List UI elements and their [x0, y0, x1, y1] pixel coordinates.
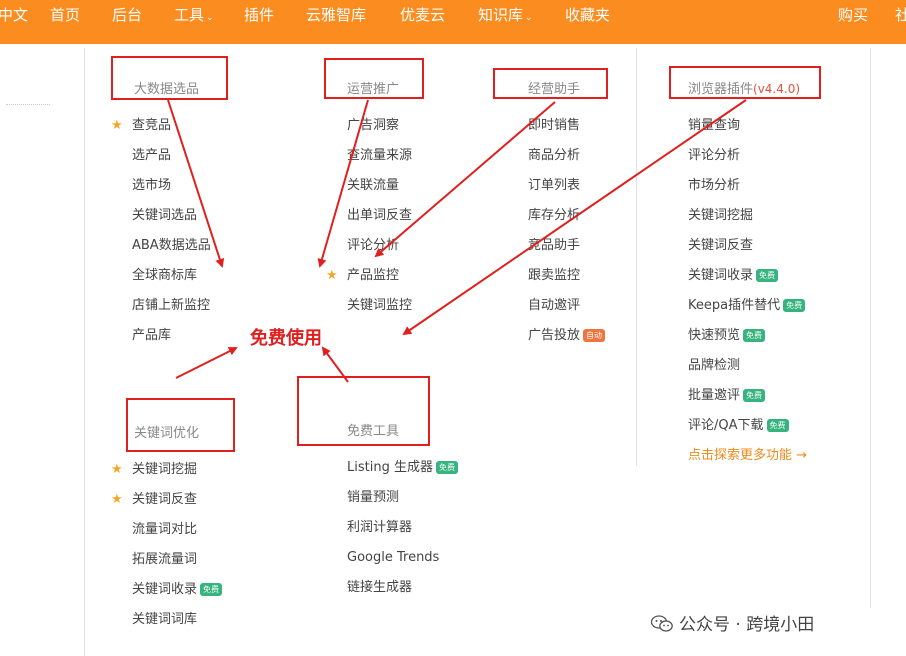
- annotation-arrow: [167, 99, 225, 268]
- annotation-arrow: [402, 99, 747, 336]
- annotation-arrow: [321, 346, 349, 383]
- annotation-arrow: [374, 101, 556, 258]
- wechat-icon: [651, 615, 673, 632]
- annotation-free-use: 免费使用: [250, 328, 322, 349]
- annotation-arrows: [167, 99, 747, 383]
- watermark: 公众号 · 跨境小田: [651, 610, 814, 635]
- annotation-arrow: [175, 347, 238, 379]
- annotation-arrow: [317, 99, 369, 268]
